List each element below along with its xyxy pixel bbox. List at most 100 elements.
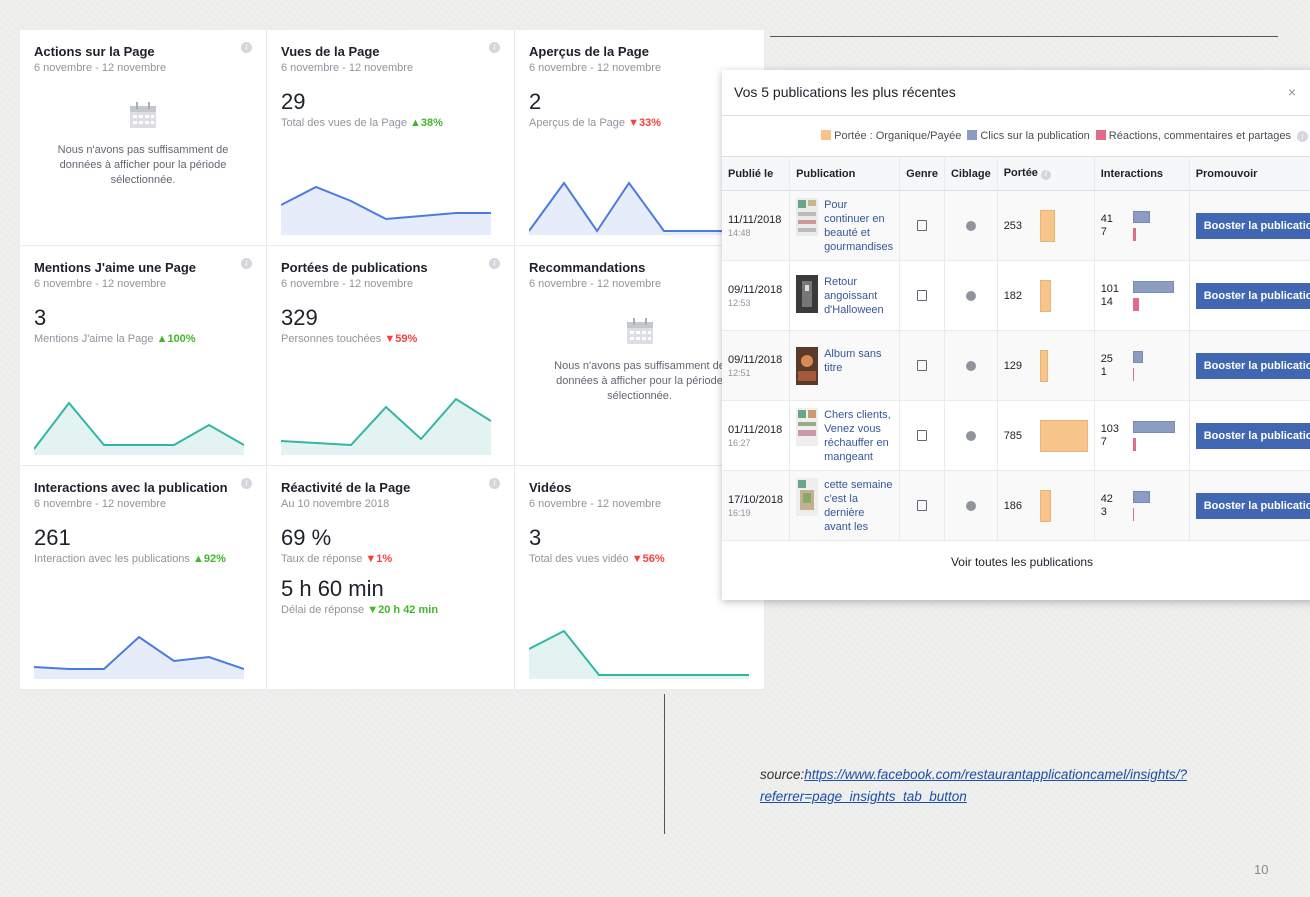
publish-time: 12:51 — [728, 367, 751, 378]
trend-down: ▼1% — [365, 553, 393, 565]
reach-bar — [1039, 349, 1048, 382]
info-icon[interactable]: i — [241, 42, 252, 53]
reach-bar — [1039, 209, 1055, 242]
post-thumbnail-image[interactable] — [796, 407, 819, 446]
source-label: source: — [760, 767, 805, 782]
boost-post-button[interactable]: Booster la publication — [1195, 422, 1310, 449]
reach-cell: 253 — [997, 190, 1095, 261]
publish-date-cell: 09/11/2018 12:51 — [722, 330, 791, 401]
card-post-engagement[interactable]: Interactions avec la publication 6 novem… — [20, 466, 267, 690]
close-icon[interactable]: × — [1288, 84, 1296, 101]
trend-improve: ▼20 h 42 min — [367, 604, 439, 616]
column-header[interactable]: Interactions — [1094, 156, 1190, 191]
table-row: 09/11/2018 12:53 Retour angoissant d'Hal… — [722, 260, 1310, 331]
metric-label: Délai de réponse — [281, 604, 365, 616]
card-title: Actions sur la Page — [34, 44, 155, 59]
calendar-icon — [626, 318, 653, 344]
divider-vertical — [664, 694, 665, 834]
metric-value: 3 — [34, 305, 47, 330]
see-all-publications-link[interactable]: Voir toutes les publications — [722, 541, 1310, 587]
globe-icon — [965, 430, 976, 441]
metric-label: Total des vues vidéo — [529, 553, 629, 565]
clicks-value: 101 — [1100, 282, 1120, 295]
clicks-bar — [1132, 490, 1150, 503]
card-title: Vidéos — [529, 480, 572, 495]
reach-value: 182 — [1003, 289, 1023, 302]
boost-post-button[interactable]: Booster la publication — [1195, 282, 1310, 309]
info-icon[interactable]: i — [1297, 130, 1308, 142]
source-link[interactable]: https://www.facebook.com/restaurantappli… — [760, 767, 1187, 804]
card-post-reach[interactable]: Portées de publications 6 novembre - 12 … — [267, 246, 515, 466]
publish-date: 09/11/2018 — [728, 353, 783, 366]
column-header[interactable]: Genre — [899, 156, 945, 191]
reach-value: 129 — [1003, 359, 1023, 372]
post-thumbnail-image[interactable] — [796, 477, 819, 516]
sparkline-chart — [34, 635, 244, 679]
boost-post-button[interactable]: Booster la publication — [1195, 212, 1310, 239]
reach-cell: 785 — [997, 400, 1095, 471]
card-title: Portées de publications — [281, 260, 428, 275]
publish-date: 01/11/2018 — [728, 423, 783, 436]
trend-down: ▼56% — [631, 553, 665, 565]
source-caption: source:https://www.facebook.com/restaura… — [760, 764, 1220, 808]
info-icon[interactable]: i — [1041, 170, 1051, 180]
boost-post-button[interactable]: Booster la publication — [1195, 492, 1310, 519]
post-thumbnail-image[interactable] — [796, 197, 819, 236]
info-icon[interactable]: i — [241, 478, 252, 489]
column-header[interactable]: Publié le — [722, 156, 791, 191]
post-type-icon — [917, 430, 928, 441]
card-date: 6 novembre - 12 novembre — [34, 498, 167, 510]
sparkline-chart — [529, 181, 749, 235]
publish-time: 12:53 — [728, 297, 751, 308]
interactions-cell: 101 14 — [1094, 260, 1190, 331]
clicks-value: 41 — [1100, 212, 1113, 225]
promote-cell: Booster la publication — [1189, 190, 1310, 261]
column-header[interactable]: Ciblage — [944, 156, 998, 191]
publication-link[interactable]: Album sans titre — [824, 347, 893, 375]
promote-cell: Booster la publication — [1189, 470, 1310, 541]
post-type-icon — [917, 290, 928, 301]
post-type-icon — [917, 360, 928, 371]
card-title: Réactivité de la Page — [281, 480, 411, 495]
info-icon[interactable]: i — [489, 42, 500, 53]
legend-item-reach: Portée : Organique/Payée — [821, 130, 961, 142]
info-icon[interactable]: i — [489, 258, 500, 269]
trend-down: ▼59% — [384, 333, 418, 345]
divider-top — [770, 36, 1278, 37]
card-title: Mentions J'aime une Page — [34, 260, 197, 275]
publication-link[interactable]: cette semaine c'est la dernière avant le… — [824, 478, 893, 534]
card-title: Aperçus de la Page — [529, 44, 649, 59]
targeting-cell — [944, 470, 998, 541]
targeting-cell — [944, 330, 998, 401]
card-page-likes[interactable]: Mentions J'aime une Page 6 novembre - 12… — [20, 246, 267, 466]
publication-link[interactable]: Chers clients, Venez vous réchauffer en … — [824, 408, 893, 464]
globe-icon — [965, 500, 976, 511]
post-thumbnail-image[interactable] — [796, 346, 819, 385]
boost-post-button[interactable]: Booster la publication — [1195, 352, 1310, 379]
metric-label: Taux de réponse — [281, 553, 363, 565]
sparkline-chart — [34, 401, 244, 455]
column-header[interactable]: Portée i — [997, 156, 1095, 191]
interactions-cell: 25 1 — [1094, 330, 1190, 401]
publication-link[interactable]: Retour angoissant d'Halloween — [824, 275, 893, 317]
calendar-icon — [130, 102, 156, 128]
clicks-bar — [1132, 210, 1150, 223]
card-page-responsiveness[interactable]: Réactivité de la Page Au 10 novembre 201… — [267, 466, 515, 690]
info-icon[interactable]: i — [489, 478, 500, 489]
post-type-icon — [917, 220, 928, 231]
reactions-bar — [1132, 367, 1134, 381]
publish-date-cell: 01/11/2018 16:27 — [722, 400, 791, 471]
no-data-message: Nous n'avons pas suffisamment de données… — [554, 360, 725, 402]
card-page-views[interactable]: Vues de la Page 6 novembre - 12 novembre… — [267, 30, 515, 246]
column-header[interactable]: Publication — [789, 156, 901, 191]
table-row: 09/11/2018 12:51 Album sans titre 129 25… — [722, 330, 1310, 401]
info-icon[interactable]: i — [241, 258, 252, 269]
promote-cell: Booster la publication — [1189, 400, 1310, 471]
sparkline-chart — [281, 185, 491, 235]
card-page-actions[interactable]: Actions sur la Page 6 novembre - 12 nove… — [20, 30, 267, 246]
publication-link[interactable]: Pour continuer en beauté et gourmandises — [824, 198, 893, 254]
globe-icon — [965, 290, 976, 301]
card-date: Au 10 novembre 2018 — [281, 498, 390, 510]
post-thumbnail-image[interactable] — [796, 274, 819, 313]
reach-value: 186 — [1003, 499, 1023, 512]
